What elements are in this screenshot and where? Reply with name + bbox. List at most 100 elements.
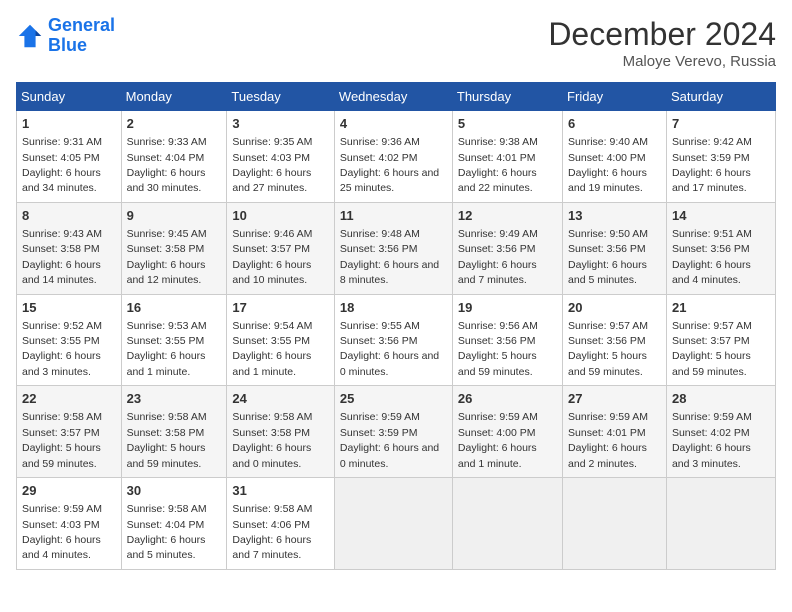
day-number: 29 [22, 482, 116, 500]
day-info: Sunrise: 9:46 AMSunset: 3:57 PMDaylight:… [232, 228, 312, 286]
calendar-cell: 11 Sunrise: 9:48 AMSunset: 3:56 PMDayligh… [334, 202, 452, 294]
day-info: Sunrise: 9:58 AMSunset: 4:06 PMDaylight:… [232, 503, 312, 561]
day-number: 16 [127, 299, 222, 317]
day-info: Sunrise: 9:42 AMSunset: 3:59 PMDaylight:… [672, 136, 752, 194]
day-info: Sunrise: 9:56 AMSunset: 3:56 PMDaylight:… [458, 320, 538, 378]
logo-text: General Blue [48, 16, 115, 56]
calendar-cell: 13 Sunrise: 9:50 AMSunset: 3:56 PMDayligh… [563, 202, 667, 294]
title-block: December 2024 Maloye Verevo, Russia [548, 16, 776, 70]
day-number: 27 [568, 390, 661, 408]
logo: General Blue [16, 16, 115, 56]
day-info: Sunrise: 9:43 AMSunset: 3:58 PMDaylight:… [22, 228, 102, 286]
day-info: Sunrise: 9:57 AMSunset: 3:56 PMDaylight:… [568, 320, 648, 378]
day-info: Sunrise: 9:59 AMSunset: 4:01 PMDaylight:… [568, 411, 648, 469]
calendar-week-2: 8 Sunrise: 9:43 AMSunset: 3:58 PMDaylight… [17, 202, 776, 294]
day-number: 22 [22, 390, 116, 408]
calendar-header-row: SundayMondayTuesdayWednesdayThursdayFrid… [17, 83, 776, 111]
day-info: Sunrise: 9:58 AMSunset: 3:58 PMDaylight:… [232, 411, 312, 469]
day-info: Sunrise: 9:59 AMSunset: 4:03 PMDaylight:… [22, 503, 102, 561]
col-header-tuesday: Tuesday [227, 83, 335, 111]
col-header-wednesday: Wednesday [334, 83, 452, 111]
day-number: 30 [127, 482, 222, 500]
day-info: Sunrise: 9:57 AMSunset: 3:57 PMDaylight:… [672, 320, 752, 378]
col-header-saturday: Saturday [666, 83, 775, 111]
calendar-cell: 7 Sunrise: 9:42 AMSunset: 3:59 PMDaylight… [666, 111, 775, 203]
day-number: 8 [22, 207, 116, 225]
calendar-cell: 3 Sunrise: 9:35 AMSunset: 4:03 PMDaylight… [227, 111, 335, 203]
day-number: 28 [672, 390, 770, 408]
day-info: Sunrise: 9:51 AMSunset: 3:56 PMDaylight:… [672, 228, 752, 286]
calendar-cell: 20 Sunrise: 9:57 AMSunset: 3:56 PMDayligh… [563, 294, 667, 386]
calendar-cell: 2 Sunrise: 9:33 AMSunset: 4:04 PMDaylight… [121, 111, 227, 203]
day-number: 20 [568, 299, 661, 317]
day-number: 13 [568, 207, 661, 225]
col-header-sunday: Sunday [17, 83, 122, 111]
calendar-cell: 4Sunrise: 9:36 AMSunset: 4:02 PMDaylight… [334, 111, 452, 203]
day-info: Sunrise: 9:48 AMSunset: 3:56 PMDaylight:… [340, 228, 439, 286]
day-number: 25 [340, 390, 447, 408]
day-number: 23 [127, 390, 222, 408]
day-number: 7 [672, 115, 770, 133]
day-info: Sunrise: 9:45 AMSunset: 3:58 PMDaylight:… [127, 228, 207, 286]
day-number: 2 [127, 115, 222, 133]
calendar-cell: 31 Sunrise: 9:58 AMSunset: 4:06 PMDayligh… [227, 478, 335, 570]
calendar-cell: 19 Sunrise: 9:56 AMSunset: 3:56 PMDayligh… [452, 294, 562, 386]
day-number: 3 [232, 115, 329, 133]
day-info: Sunrise: 9:33 AMSunset: 4:04 PMDaylight:… [127, 136, 207, 194]
day-number: 10 [232, 207, 329, 225]
day-info: Sunrise: 9:58 AMSunset: 3:58 PMDaylight:… [127, 411, 207, 469]
calendar-cell: 26Sunrise: 9:59 AMSunset: 4:00 PMDayligh… [452, 386, 562, 478]
col-header-monday: Monday [121, 83, 227, 111]
day-info: Sunrise: 9:58 AMSunset: 3:57 PMDaylight:… [22, 411, 102, 469]
calendar-week-5: 29 Sunrise: 9:59 AMSunset: 4:03 PMDayligh… [17, 478, 776, 570]
day-number: 17 [232, 299, 329, 317]
calendar-cell: 23 Sunrise: 9:58 AMSunset: 3:58 PMDayligh… [121, 386, 227, 478]
day-info: Sunrise: 9:54 AMSunset: 3:55 PMDaylight:… [232, 320, 312, 378]
day-info: Sunrise: 9:40 AMSunset: 4:00 PMDaylight:… [568, 136, 648, 194]
calendar-cell: 30 Sunrise: 9:58 AMSunset: 4:04 PMDayligh… [121, 478, 227, 570]
calendar-cell: 25Sunrise: 9:59 AMSunset: 3:59 PMDayligh… [334, 386, 452, 478]
day-number: 21 [672, 299, 770, 317]
page-header: General Blue December 2024 Maloye Verevo… [16, 16, 776, 70]
calendar-cell: 18Sunrise: 9:55 AMSunset: 3:56 PMDayligh… [334, 294, 452, 386]
day-number: 5 [458, 115, 557, 133]
calendar-cell: 10 Sunrise: 9:46 AMSunset: 3:57 PMDayligh… [227, 202, 335, 294]
calendar-week-3: 15 Sunrise: 9:52 AMSunset: 3:55 PMDayligh… [17, 294, 776, 386]
calendar-cell: 15 Sunrise: 9:52 AMSunset: 3:55 PMDayligh… [17, 294, 122, 386]
day-info: Sunrise: 9:52 AMSunset: 3:55 PMDaylight:… [22, 320, 102, 378]
day-info: Sunrise: 9:36 AMSunset: 4:02 PMDaylight:… [340, 136, 439, 194]
calendar-cell [563, 478, 667, 570]
day-info: Sunrise: 9:31 AMSunset: 4:05 PMDaylight:… [22, 136, 102, 194]
calendar-cell: 6Sunrise: 9:40 AMSunset: 4:00 PMDaylight… [563, 111, 667, 203]
day-info: Sunrise: 9:55 AMSunset: 3:56 PMDaylight:… [340, 320, 439, 378]
col-header-friday: Friday [563, 83, 667, 111]
day-info: Sunrise: 9:35 AMSunset: 4:03 PMDaylight:… [232, 136, 312, 194]
day-number: 11 [340, 207, 447, 225]
calendar-cell: 24 Sunrise: 9:58 AMSunset: 3:58 PMDayligh… [227, 386, 335, 478]
day-number: 1 [22, 115, 116, 133]
day-number: 19 [458, 299, 557, 317]
day-info: Sunrise: 9:53 AMSunset: 3:55 PMDaylight:… [127, 320, 207, 378]
calendar-cell: 14 Sunrise: 9:51 AMSunset: 3:56 PMDayligh… [666, 202, 775, 294]
day-number: 24 [232, 390, 329, 408]
location-subtitle: Maloye Verevo, Russia [548, 53, 776, 70]
calendar-cell: 17 Sunrise: 9:54 AMSunset: 3:55 PMDayligh… [227, 294, 335, 386]
calendar-cell: 29 Sunrise: 9:59 AMSunset: 4:03 PMDayligh… [17, 478, 122, 570]
day-info: Sunrise: 9:59 AMSunset: 4:02 PMDaylight:… [672, 411, 752, 469]
calendar-cell: 21 Sunrise: 9:57 AMSunset: 3:57 PMDayligh… [666, 294, 775, 386]
month-title: December 2024 [548, 16, 776, 53]
calendar-cell: 8 Sunrise: 9:43 AMSunset: 3:58 PMDaylight… [17, 202, 122, 294]
calendar-cell: 28 Sunrise: 9:59 AMSunset: 4:02 PMDayligh… [666, 386, 775, 478]
day-info: Sunrise: 9:49 AMSunset: 3:56 PMDaylight:… [458, 228, 538, 286]
day-info: Sunrise: 9:38 AMSunset: 4:01 PMDaylight:… [458, 136, 538, 194]
day-info: Sunrise: 9:50 AMSunset: 3:56 PMDaylight:… [568, 228, 648, 286]
day-number: 15 [22, 299, 116, 317]
day-number: 9 [127, 207, 222, 225]
day-number: 31 [232, 482, 329, 500]
calendar-cell: 5 Sunrise: 9:38 AMSunset: 4:01 PMDaylight… [452, 111, 562, 203]
day-info: Sunrise: 9:58 AMSunset: 4:04 PMDaylight:… [127, 503, 207, 561]
day-number: 12 [458, 207, 557, 225]
calendar-week-4: 22 Sunrise: 9:58 AMSunset: 3:57 PMDayligh… [17, 386, 776, 478]
calendar-cell: 9 Sunrise: 9:45 AMSunset: 3:58 PMDaylight… [121, 202, 227, 294]
day-number: 14 [672, 207, 770, 225]
